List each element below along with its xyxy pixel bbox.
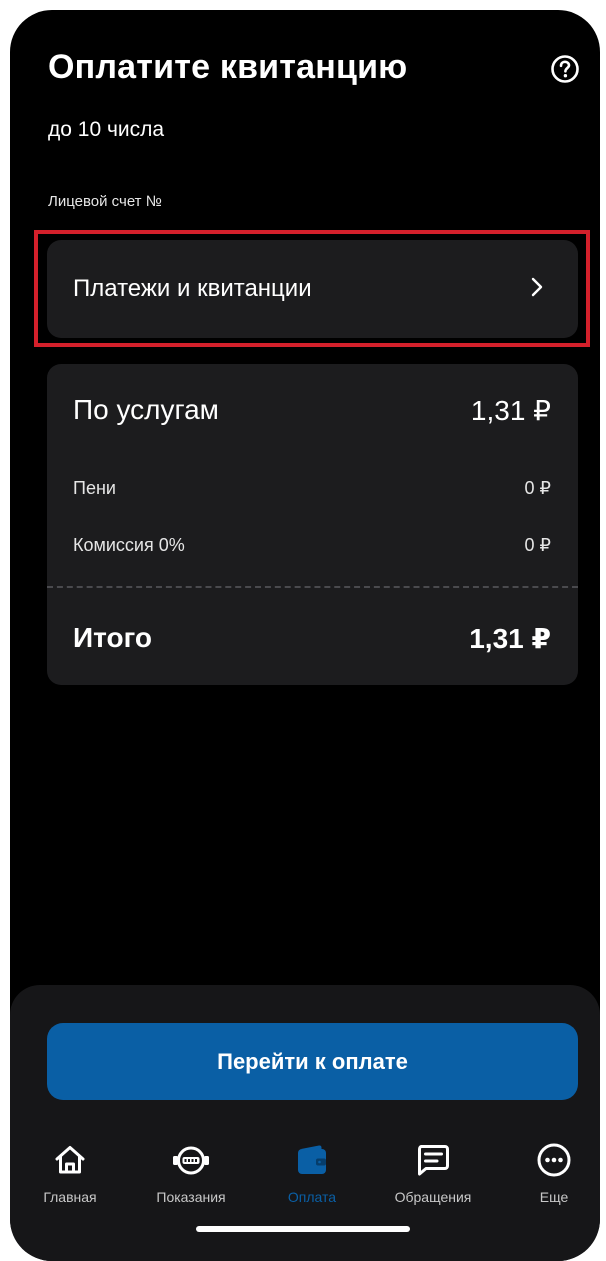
bottom-navigation: Главная Показания Оплата Обращения Еще (10, 1140, 600, 1220)
more-icon (537, 1143, 571, 1177)
account-number-label: Лицевой счет № (48, 193, 162, 210)
message-icon (418, 1145, 449, 1176)
nav-item-payment[interactable]: Оплата (257, 1140, 367, 1220)
nav-label-requests: Обращения (394, 1189, 472, 1205)
home-icon (55, 1146, 85, 1174)
nav-item-home[interactable]: Главная (15, 1140, 125, 1220)
payment-summary-card: По услугам 1,31 ₽ Пени 0 ₽ Комиссия 0% 0… (47, 364, 578, 685)
nav-label-readings: Показания (156, 1189, 226, 1205)
app-screen: Оплатите квитанцию до 10 числа Лицевой с… (10, 10, 600, 1261)
due-date-text: до 10 числа (48, 118, 165, 141)
page-title: Оплатите квитанцию (48, 48, 408, 86)
penalties-label: Пени (73, 478, 116, 498)
nav-label-home: Главная (43, 1189, 97, 1205)
nav-item-requests[interactable]: Обращения (378, 1140, 488, 1220)
meter-icon (173, 1146, 209, 1175)
proceed-to-payment-button[interactable]: Перейти к оплате (47, 1023, 578, 1100)
bottom-panel: Перейти к оплате Главная Показания Оплат… (10, 985, 600, 1261)
services-label: По услугам (73, 394, 219, 425)
dashed-divider (47, 586, 578, 588)
total-label: Итого (73, 622, 152, 653)
nav-item-more[interactable]: Еще (499, 1140, 600, 1220)
home-indicator[interactable] (196, 1226, 410, 1232)
nav-label-payment: Оплата (287, 1189, 337, 1205)
chevron-right-icon (531, 277, 543, 297)
payments-and-receipts-button[interactable]: Платежи и квитанции (47, 240, 578, 338)
help-icon[interactable] (550, 54, 580, 84)
penalties-value: 0 ₽ (524, 478, 551, 498)
nav-item-readings[interactable]: Показания (136, 1140, 246, 1220)
payments-and-receipts-label: Платежи и квитанции (73, 275, 312, 302)
total-value: 1,31 ₽ (469, 623, 551, 654)
services-value: 1,31 ₽ (470, 395, 551, 426)
wallet-icon (298, 1145, 326, 1174)
nav-label-more: Еще (539, 1189, 569, 1205)
commission-label: Комиссия 0% (73, 535, 185, 555)
commission-value: 0 ₽ (524, 535, 551, 555)
